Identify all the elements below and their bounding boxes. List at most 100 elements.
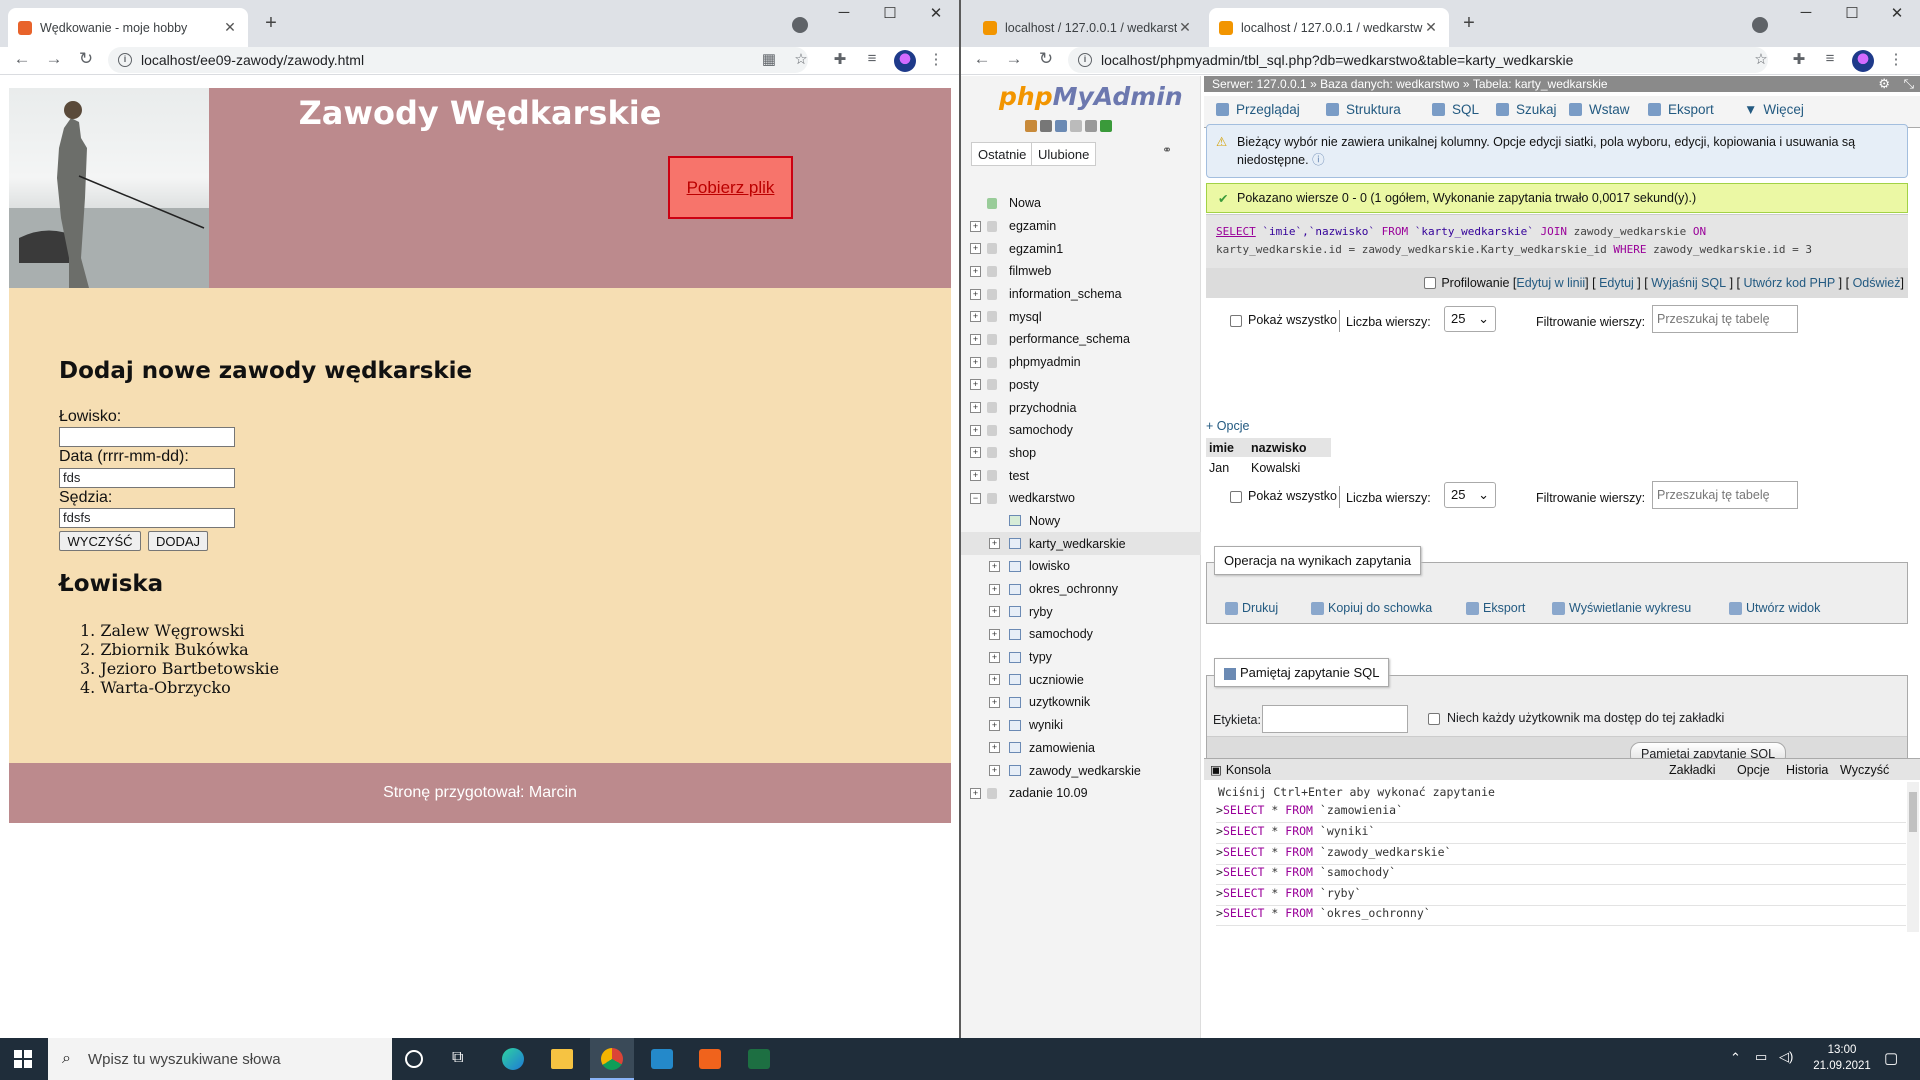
tree-db[interactable]: + mysql: [961, 305, 1201, 328]
address-bar[interactable]: i localhost/ee09-zawody/zawody.html: [108, 47, 808, 73]
collapse-topbar-icon[interactable]: ⤡: [1904, 76, 1914, 92]
console-scrollbar[interactable]: [1907, 782, 1919, 932]
tab-search-icon[interactable]: [1752, 17, 1768, 33]
row-count-select[interactable]: 25 ⌄: [1444, 306, 1496, 332]
expand-icon[interactable]: +: [989, 765, 1000, 777]
filter-input[interactable]: Przeszukaj tę tabelę: [1652, 305, 1798, 333]
forward-icon[interactable]: →: [1003, 49, 1025, 69]
tree-table[interactable]: + lowisko: [961, 555, 1201, 578]
new-tab-icon[interactable]: +: [1455, 12, 1483, 35]
tree-db[interactable]: + phpmyadmin: [961, 351, 1201, 374]
tree-db[interactable]: + performance_schema: [961, 328, 1201, 351]
data-input[interactable]: fds: [59, 468, 235, 488]
info-icon[interactable]: i: [1078, 53, 1092, 67]
link-icon[interactable]: ⚭: [1162, 143, 1172, 157]
tree-db[interactable]: + test: [961, 464, 1201, 487]
maximize-icon[interactable]: ☐: [1830, 4, 1874, 22]
bookmark-star-icon[interactable]: ☆: [1750, 50, 1772, 68]
help-icon[interactable]: ⓘ: [1312, 153, 1325, 167]
home-icon[interactable]: [1025, 120, 1037, 132]
tab-export[interactable]: Eksport: [1648, 102, 1714, 117]
tab-search[interactable]: Szukaj: [1496, 102, 1557, 117]
print-button[interactable]: Drukuj: [1225, 601, 1278, 615]
tab-recent[interactable]: Ostatnie: [971, 142, 1034, 166]
tree-db-open[interactable]: − wedkarstwo: [961, 487, 1201, 510]
edit-inline-link[interactable]: Edytuj w linii: [1516, 276, 1585, 290]
column-header[interactable]: imie: [1206, 441, 1251, 455]
clear-button[interactable]: WYCZYŚĆ: [59, 531, 141, 551]
breadcrumb-server[interactable]: Serwer: 127.0.0.1: [1212, 77, 1307, 91]
media-icon[interactable]: ≡: [1819, 50, 1841, 67]
tree-db[interactable]: + samochody: [961, 419, 1201, 442]
maximize-icon[interactable]: ☐: [868, 4, 912, 22]
row-count-select[interactable]: 25 ⌄: [1444, 482, 1496, 508]
chrome-taskbar-button[interactable]: [590, 1038, 634, 1080]
console-header[interactable]: ▣ Konsola Zakładki Opcje Historia Wyczyś…: [1204, 758, 1920, 780]
qr-icon[interactable]: ▦: [758, 50, 780, 68]
collapse-icon[interactable]: −: [970, 492, 981, 504]
tree-table[interactable]: + zawody_wedkarskie: [961, 759, 1201, 782]
tree-table[interactable]: + wyniki: [961, 714, 1201, 737]
close-tab-icon[interactable]: ✕: [222, 19, 238, 36]
tree-db[interactable]: + egzamin1: [961, 237, 1201, 260]
expand-icon[interactable]: +: [989, 560, 1000, 572]
edit-link[interactable]: Edytuj: [1599, 276, 1634, 290]
create-view-button[interactable]: Utwórz widok: [1729, 601, 1820, 615]
console-query[interactable]: >SELECT * FROM `wyniki`: [1216, 824, 1906, 844]
tray-chevron-icon[interactable]: ⌃: [1730, 1050, 1741, 1066]
tree-table[interactable]: + zamowienia: [961, 737, 1201, 760]
expand-icon[interactable]: +: [989, 538, 1000, 550]
expand-icon[interactable]: +: [970, 311, 981, 323]
console-query[interactable]: >SELECT * FROM `zawody_wedkarskie`: [1216, 845, 1906, 865]
tab-browse[interactable]: Przeglądaj: [1216, 102, 1300, 117]
tree-db[interactable]: + przychodnia: [961, 396, 1201, 419]
bookmark-star-icon[interactable]: ☆: [790, 50, 812, 68]
expand-icon[interactable]: +: [989, 742, 1000, 754]
breadcrumb-table[interactable]: Tabela: karty_wedkarskie: [1473, 77, 1608, 91]
expand-icon[interactable]: +: [989, 696, 1000, 708]
expand-icon[interactable]: +: [989, 628, 1000, 640]
expand-icon[interactable]: +: [970, 402, 981, 414]
tree-db[interactable]: + information_schema: [961, 283, 1201, 306]
new-tab-icon[interactable]: +: [257, 12, 285, 35]
tree-db[interactable]: + shop: [961, 442, 1201, 465]
add-button[interactable]: DODAJ: [148, 531, 208, 551]
expand-icon[interactable]: +: [970, 470, 981, 482]
console-history-link[interactable]: Historia: [1786, 763, 1828, 777]
profile-avatar[interactable]: [894, 50, 916, 72]
clock[interactable]: 13:00 21.09.2021: [1812, 1044, 1872, 1072]
tree-db[interactable]: + zadanie 10.09: [961, 782, 1201, 805]
tree-table-new[interactable]: Nowy: [961, 510, 1201, 533]
tree-db[interactable]: + filmweb: [961, 260, 1201, 283]
logout-icon[interactable]: [1040, 120, 1052, 132]
expand-icon[interactable]: +: [970, 787, 981, 799]
console-query[interactable]: >SELECT * FROM `zamowienia`: [1216, 803, 1906, 823]
expand-icon[interactable]: +: [989, 583, 1000, 595]
tab-phpmyadmin-2[interactable]: localhost / 127.0.0.1 / wedkarstw ✕: [1209, 8, 1449, 47]
extensions-icon[interactable]: ✚: [829, 50, 851, 68]
back-icon[interactable]: ←: [971, 49, 993, 69]
help-icon[interactable]: [1055, 120, 1067, 132]
expand-icon[interactable]: +: [989, 606, 1000, 618]
filter-input[interactable]: Przeszukaj tę tabelę: [1652, 481, 1798, 509]
excel-icon[interactable]: [748, 1049, 770, 1069]
sedzia-input[interactable]: fdsfs: [59, 508, 235, 528]
minimize-icon[interactable]: ─: [822, 4, 866, 21]
tab-wedkowanie[interactable]: Wędkowanie - moje hobby ✕: [8, 8, 248, 47]
expand-icon[interactable]: +: [970, 379, 981, 391]
download-file-link[interactable]: Pobierz plik: [668, 156, 793, 219]
breadcrumb-database[interactable]: Baza danych: wedkarstwo: [1320, 77, 1459, 91]
reload-navigation-icon[interactable]: [1100, 120, 1112, 132]
tab-phpmyadmin-1[interactable]: localhost / 127.0.0.1 / wedkarstw ✕: [973, 8, 1203, 47]
console-options-link[interactable]: Opcje: [1737, 763, 1770, 777]
sql-keyword[interactable]: SELECT: [1216, 225, 1256, 238]
minimize-icon[interactable]: ─: [1784, 4, 1828, 21]
expand-icon[interactable]: +: [970, 447, 981, 459]
tree-table[interactable]: + typy: [961, 646, 1201, 669]
lowisko-input[interactable]: [59, 427, 235, 447]
volume-icon[interactable]: ◁): [1779, 1049, 1793, 1065]
scrollbar-thumb[interactable]: [1909, 792, 1917, 832]
back-icon[interactable]: ←: [11, 49, 33, 69]
settings-icon[interactable]: [1085, 120, 1097, 132]
expand-icon[interactable]: +: [970, 243, 981, 255]
